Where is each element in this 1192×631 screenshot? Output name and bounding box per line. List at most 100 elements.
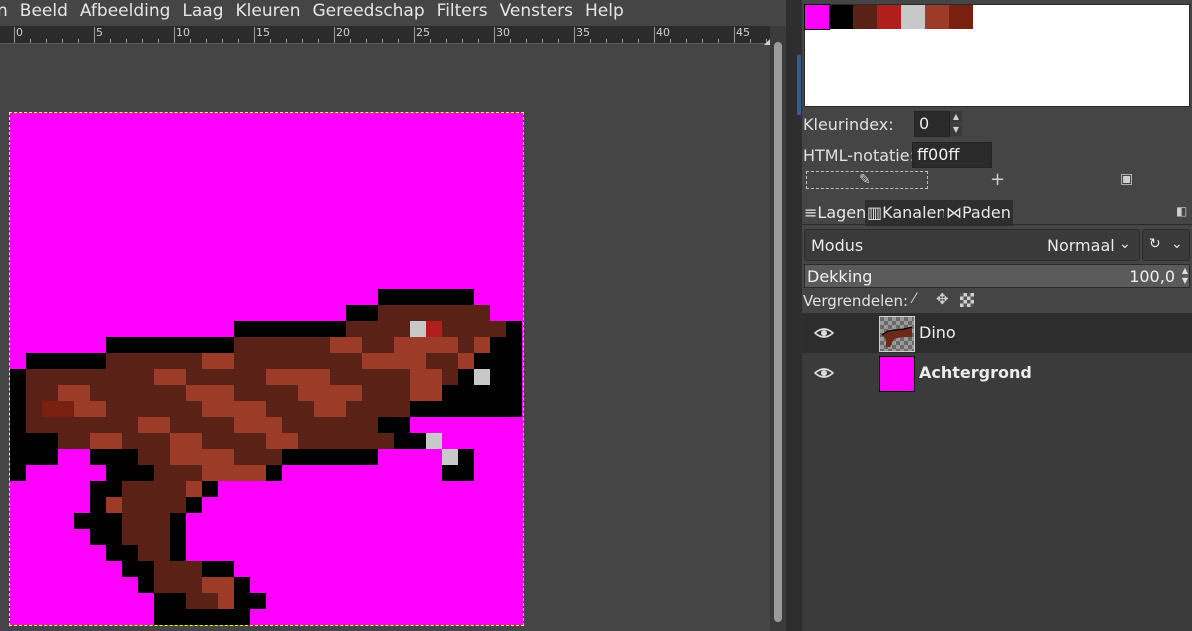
tab-channels-label: Kanalen — [882, 203, 947, 222]
dino-pixel-block — [458, 337, 474, 353]
ruler-tick — [270, 39, 271, 43]
dock-menu-icon[interactable]: ◧ — [1176, 204, 1187, 218]
palette-swatch[interactable] — [853, 5, 877, 29]
tab-layers[interactable]: ≡Lagen — [802, 200, 869, 226]
eye-icon[interactable] — [814, 365, 834, 381]
tab-layers-label: Lagen — [817, 203, 867, 222]
dino-pixel-block — [378, 289, 474, 305]
palette-menu-icon[interactable]: ▣ — [1120, 171, 1133, 187]
color-index-input[interactable]: 0 — [914, 111, 950, 137]
dino-pixel-block — [186, 385, 234, 401]
dino-pixel-block — [154, 369, 186, 385]
dino-pixel-block — [458, 449, 474, 465]
spin-up-icon[interactable]: ▲ — [1182, 266, 1188, 275]
paths-icon: ⋈ — [946, 203, 962, 222]
ruler-label: 45 — [736, 26, 750, 39]
palette-swatch[interactable] — [901, 5, 925, 29]
dino-pixel-block — [122, 513, 170, 529]
ruler-tick — [238, 39, 239, 43]
menu-colors[interactable]: Kleuren — [230, 0, 307, 22]
dino-pixel-block — [58, 385, 90, 401]
dino-pixel-block — [202, 561, 234, 577]
dino-pixel-block — [490, 369, 522, 385]
dino-pixel-block — [330, 337, 362, 353]
horizontal-ruler[interactable]: 0 5 10 15 20 25 30 35 40 45 — [0, 26, 770, 44]
tab-paths-label: Paden — [962, 203, 1011, 222]
opacity-slider[interactable]: Dekking 100,0 ▲ ▼ — [804, 264, 1190, 288]
dino-pixel-block — [234, 353, 362, 369]
dino-pixel-block — [442, 369, 458, 385]
scrollbar-thumb[interactable] — [774, 42, 782, 622]
color-index-label: Kleurindex: — [803, 115, 894, 134]
dino-pixel-block — [442, 321, 506, 337]
menu-tools[interactable]: Gereedschap — [307, 0, 431, 22]
dino-pixel-block — [282, 449, 378, 465]
dino-pixel-block — [154, 465, 202, 481]
palette-swatch[interactable] — [877, 5, 901, 29]
composite-mode-button[interactable]: ↻ ⌄ — [1142, 229, 1190, 261]
menu-view[interactable]: Beeld — [14, 0, 74, 22]
ruler-label: 25 — [416, 26, 430, 39]
opacity-label: Dekking — [807, 267, 873, 286]
tab-paths[interactable]: ⋈Paden — [944, 200, 1013, 226]
tab-channels[interactable]: ▥Kanalen — [865, 200, 949, 226]
dino-pixel-block — [186, 369, 266, 385]
dino-pixel-block — [346, 321, 410, 337]
dino-pixel-block — [10, 449, 26, 465]
layer-row-achtergrond[interactable]: Achtergrond — [802, 353, 1192, 393]
menu-filters[interactable]: Filters — [431, 0, 494, 22]
eye-icon[interactable] — [814, 325, 834, 341]
palette-swatch[interactable] — [804, 4, 830, 30]
edit-button[interactable]: ✎ — [806, 171, 928, 189]
dino-pixel-block — [26, 449, 58, 465]
spin-down-icon[interactable]: ▼ — [950, 124, 962, 136]
layer-mode-select[interactable]: Modus Normaal ⌄ — [804, 229, 1140, 261]
ruler-corner-icon[interactable] — [762, 32, 770, 47]
lock-alpha-icon[interactable] — [960, 293, 974, 307]
ruler-tick — [350, 39, 351, 43]
spin-up-icon[interactable]: ▲ — [950, 111, 962, 123]
dock-tabs: ≡Lagen ▥Kanalen ⋈Paden ◧ — [802, 200, 1192, 226]
dino-pixel-block — [266, 465, 282, 481]
ruler-tick — [478, 39, 479, 43]
ruler-label: 40 — [656, 26, 670, 39]
lock-pixels-icon[interactable]: ⁄ — [913, 291, 915, 307]
dino-pixel-block — [410, 385, 442, 401]
dino-pixel-block — [394, 337, 458, 353]
dino-pixel-block — [234, 577, 250, 593]
ruler-tick — [574, 27, 575, 43]
menu-layer[interactable]: Laag — [176, 0, 229, 22]
image-canvas[interactable] — [9, 112, 524, 626]
palette-swatch[interactable] — [925, 5, 949, 29]
layer-row-dino[interactable]: Dino — [802, 313, 1192, 353]
menu-windows[interactable]: Vensters — [494, 0, 579, 22]
dino-pixel-block — [122, 481, 186, 497]
magenta-thumbnail — [879, 356, 915, 392]
dino-pixel-block — [10, 417, 26, 433]
ruler-tick — [78, 39, 79, 43]
menu-image[interactable]: Afbeelding — [74, 0, 177, 22]
ruler-tick — [734, 27, 735, 43]
ruler-tick — [414, 27, 415, 43]
palette-swatches[interactable] — [804, 4, 1190, 107]
vertical-scrollbar[interactable] — [770, 26, 786, 631]
ruler-label: 35 — [576, 26, 590, 39]
dino-pixel-block — [106, 337, 234, 353]
dino-pixel-block — [122, 561, 154, 577]
menu-view-partial[interactable]: n — [0, 0, 14, 22]
menu-help[interactable]: Help — [579, 0, 630, 22]
dino-pixel-block — [218, 593, 234, 609]
ruler-tick — [334, 27, 335, 43]
palette-swatch[interactable] — [949, 5, 973, 29]
lock-position-icon[interactable]: ✥ — [936, 290, 949, 308]
spin-down-icon[interactable]: ▼ — [1182, 276, 1188, 285]
palette-swatch[interactable] — [829, 5, 853, 29]
html-notation-label: HTML-notatie: — [803, 146, 915, 165]
dino-pixel-block — [10, 369, 26, 385]
html-notation-input[interactable]: ff00ff — [912, 142, 992, 168]
dino-pixel-block — [154, 593, 186, 609]
dino-pixel-art — [10, 113, 523, 625]
dino-pixel-block — [170, 417, 234, 433]
ruler-tick — [526, 39, 527, 43]
add-icon[interactable]: + — [990, 169, 1005, 190]
